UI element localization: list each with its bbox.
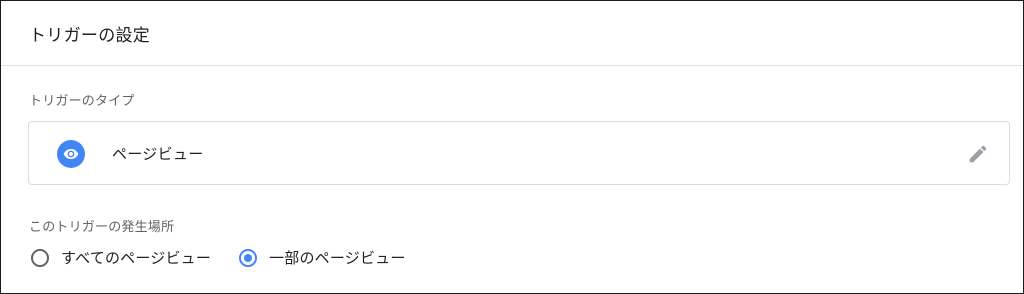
- panel-header: トリガーの設定: [1, 1, 1023, 66]
- trigger-type-name: ページビュー: [112, 145, 204, 163]
- eye-icon: [57, 140, 85, 168]
- radio-all-page-views[interactable]: すべてのページビュー: [31, 247, 211, 268]
- trigger-type-label: トリガーのタイプ: [29, 94, 135, 109]
- radio-label-some: 一部のページビュー: [269, 249, 406, 267]
- fires-on-radio-group: すべてのページビュー 一部のページビュー: [31, 247, 434, 268]
- pencil-icon[interactable]: [965, 141, 991, 167]
- trigger-type-card[interactable]: ページビュー: [28, 121, 1010, 185]
- trigger-config-panel: トリガーの設定 トリガーのタイプ ページビュー このトリガーの発生場所 すべての…: [0, 0, 1024, 294]
- page-title: トリガーの設定: [29, 25, 151, 46]
- radio-button-some[interactable]: [239, 248, 258, 267]
- radio-label-all: すべてのページビュー: [61, 249, 212, 267]
- fires-on-label: このトリガーの発生場所: [29, 220, 175, 235]
- radio-some-page-views[interactable]: 一部のページビュー: [239, 247, 406, 268]
- radio-button-all[interactable]: [31, 248, 49, 267]
